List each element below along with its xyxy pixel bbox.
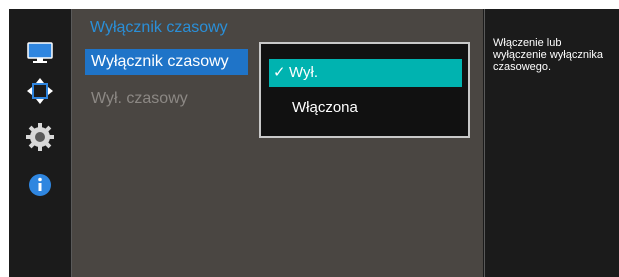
menu-item-turn-off-after[interactable]: Wył. czasowy bbox=[85, 86, 248, 112]
menu-item-off-timer[interactable]: Wyłącznik czasowy bbox=[85, 49, 248, 75]
info-icon[interactable] bbox=[24, 169, 56, 201]
osd-window: Wyłącznik czasowy Wyłącznik czasowy Wył.… bbox=[9, 9, 619, 277]
option-on-label: Włączona bbox=[292, 99, 358, 116]
help-panel: Włączenie lub wyłączenie wyłącznika czas… bbox=[484, 9, 619, 277]
resize-arrows-icon[interactable] bbox=[24, 75, 56, 107]
monitor-icon[interactable] bbox=[24, 37, 56, 69]
option-on[interactable]: Włączona bbox=[269, 94, 462, 122]
option-off[interactable]: ✓ Wył. bbox=[269, 59, 462, 87]
menu-panel: Wyłącznik czasowy Wyłącznik czasowy Wył.… bbox=[72, 9, 483, 277]
menu-title: Wyłącznik czasowy bbox=[90, 19, 228, 36]
checkmark-icon: ✓ bbox=[273, 64, 286, 81]
help-text: Włączenie lub wyłączenie wyłącznika czas… bbox=[493, 37, 604, 73]
gear-icon[interactable] bbox=[24, 121, 56, 153]
category-sidebar bbox=[9, 9, 72, 277]
option-dropdown: ✓ Wył. Włączona bbox=[259, 42, 470, 138]
option-off-label: Wył. bbox=[289, 64, 319, 81]
